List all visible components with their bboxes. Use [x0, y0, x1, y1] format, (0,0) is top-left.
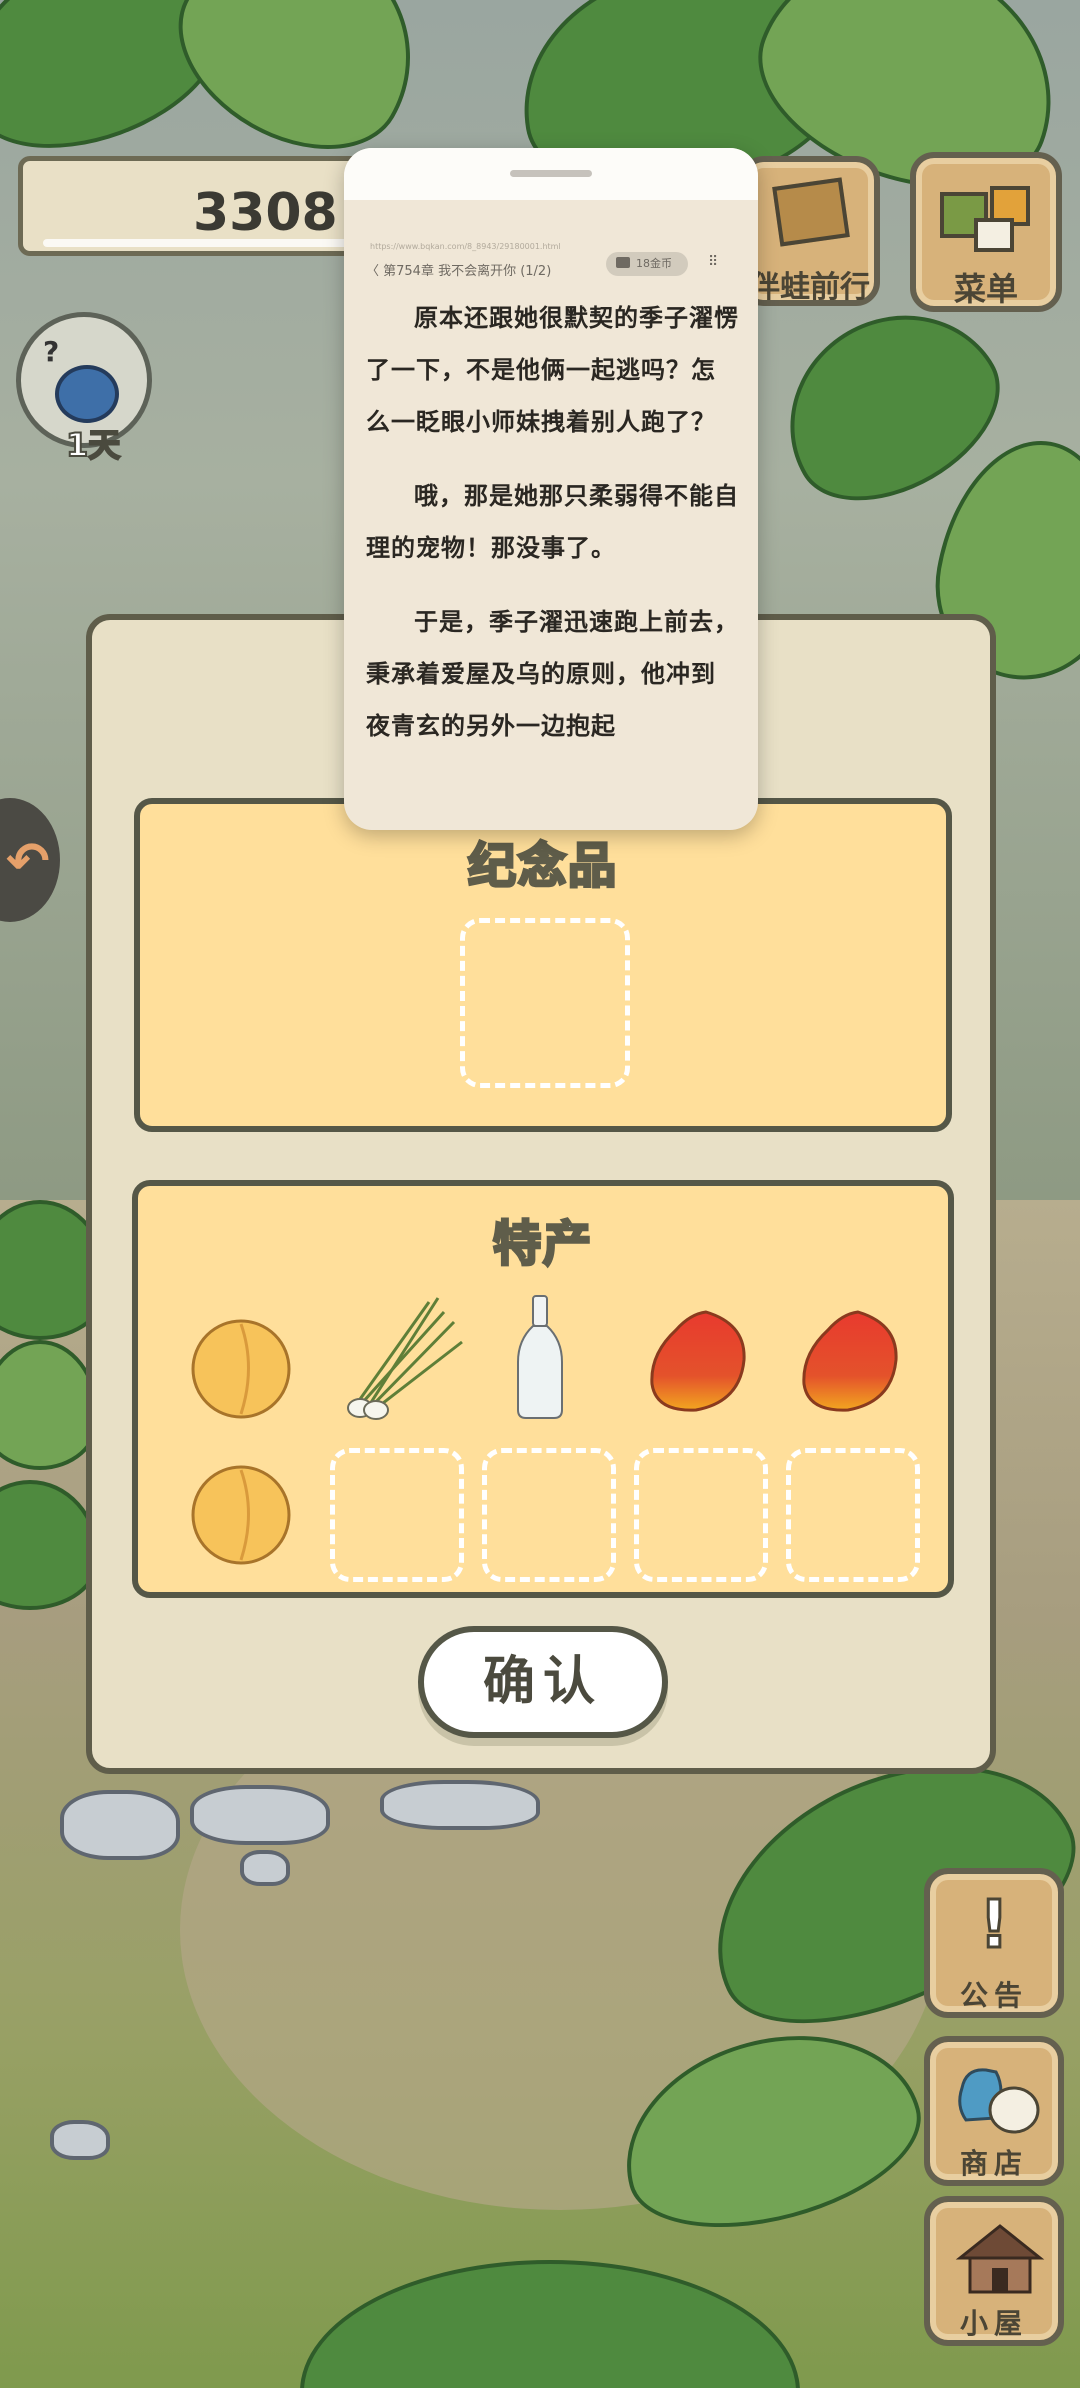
- mango-icon[interactable]: [798, 1304, 902, 1416]
- grid-menu-icon[interactable]: ⠿: [708, 254, 718, 270]
- chevron-icon: ↶: [6, 832, 50, 892]
- green-onion-icon[interactable]: [334, 1292, 470, 1422]
- rock: [190, 1785, 330, 1845]
- paragraph: 于是，季子濯迅速跑上前去，秉承着爱屋及乌的原则，他冲到夜青玄的另外一边抱起: [366, 608, 739, 740]
- travel-album-icon: [772, 177, 850, 247]
- house-button[interactable]: 小屋: [924, 2196, 1064, 2346]
- days-counter: 1天: [65, 425, 121, 465]
- paragraph: 原本还跟她很默契的季子濯愣了一下，不是他俩一起逃吗？怎么一眨眼小师妹拽着别人跑了…: [366, 304, 739, 436]
- specialty-slot-empty[interactable]: [634, 1448, 768, 1582]
- rock: [240, 1850, 290, 1886]
- coin-count: 3308: [193, 183, 338, 243]
- rock: [60, 1790, 180, 1860]
- confirm-button[interactable]: 确认: [418, 1626, 668, 1738]
- glass-bottle-icon[interactable]: [510, 1292, 570, 1422]
- wallet-icon: [616, 257, 630, 268]
- house-button-label: 小屋: [959, 2307, 1028, 2340]
- coin-counter: 3308: [18, 156, 388, 256]
- rock: [50, 2120, 110, 2160]
- mango-icon[interactable]: [646, 1304, 750, 1416]
- menu-button-label: 菜单: [953, 270, 1018, 308]
- coin-balance-label: 18金币: [636, 257, 672, 270]
- house-icon: [955, 2224, 1045, 2294]
- shop-button-label: 商店: [959, 2147, 1028, 2180]
- chapter-title[interactable]: 〈 第754章 我不会离开你 (1/2): [366, 260, 551, 279]
- frog-icon: [55, 365, 119, 423]
- menu-button[interactable]: 菜单: [910, 152, 1062, 312]
- specialty-title: 特产: [491, 1215, 593, 1274]
- shop-bag-icon: [958, 2068, 1040, 2134]
- peach-icon[interactable]: [186, 1460, 296, 1570]
- shop-button[interactable]: 商店: [924, 2036, 1064, 2186]
- paragraph: 哦，那是她那只柔弱得不能自理的宠物！那没事了。: [366, 482, 739, 562]
- specialty-panel: 特产: [132, 1180, 954, 1598]
- notice-button[interactable]: ! 公告: [924, 1868, 1064, 2018]
- coin-balance-pill[interactable]: 18金币: [606, 252, 688, 276]
- notice-button-label: 公告: [959, 1979, 1028, 2012]
- specialty-slot-empty[interactable]: [482, 1448, 616, 1582]
- souvenir-title: 纪念品: [466, 837, 618, 896]
- reader-text: 原本还跟她很默契的季子濯愣了一下，不是他俩一起逃吗？怎么一眨眼小师妹拽着别人跑了…: [366, 292, 740, 774]
- coin-bar-underline: [43, 239, 363, 247]
- menu-card-icon: [974, 218, 1014, 252]
- travel-with-frog-button[interactable]: 伴蛙前行: [740, 156, 880, 306]
- peach-icon[interactable]: [186, 1312, 296, 1422]
- floating-reader-window[interactable]: https://www.bqkan.com/8_8943/29180001.ht…: [344, 148, 758, 830]
- souvenir-slot-empty[interactable]: [460, 918, 630, 1088]
- specialty-slot-empty[interactable]: [786, 1448, 920, 1582]
- travel-button-label: 伴蛙前行: [750, 270, 870, 305]
- reader-drag-bar[interactable]: [344, 148, 758, 200]
- reader-url: https://www.bqkan.com/8_8943/29180001.ht…: [370, 242, 561, 251]
- question-mark-icon: ?: [43, 335, 60, 368]
- souvenir-panel: 纪念品: [134, 798, 952, 1132]
- drag-handle-icon[interactable]: [510, 170, 592, 177]
- exclamation-icon: !: [977, 1885, 1010, 1965]
- specialty-slot-empty[interactable]: [330, 1448, 464, 1582]
- rock: [380, 1780, 540, 1830]
